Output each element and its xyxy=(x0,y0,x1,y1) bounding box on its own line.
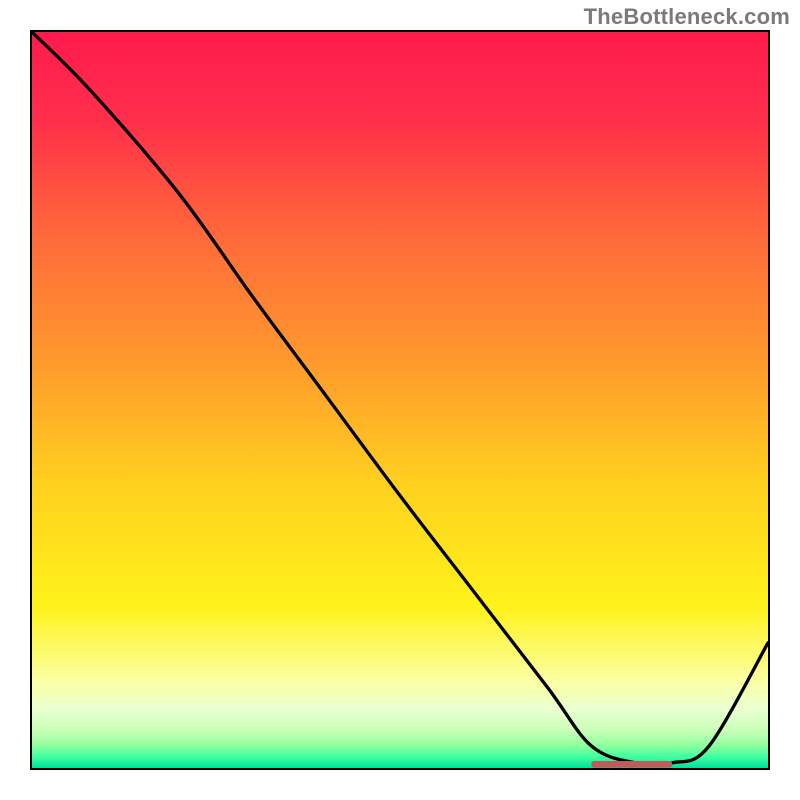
watermark-text: TheBottleneck.com xyxy=(584,4,790,30)
minimum-marker xyxy=(32,32,768,768)
plot-area xyxy=(30,30,770,770)
